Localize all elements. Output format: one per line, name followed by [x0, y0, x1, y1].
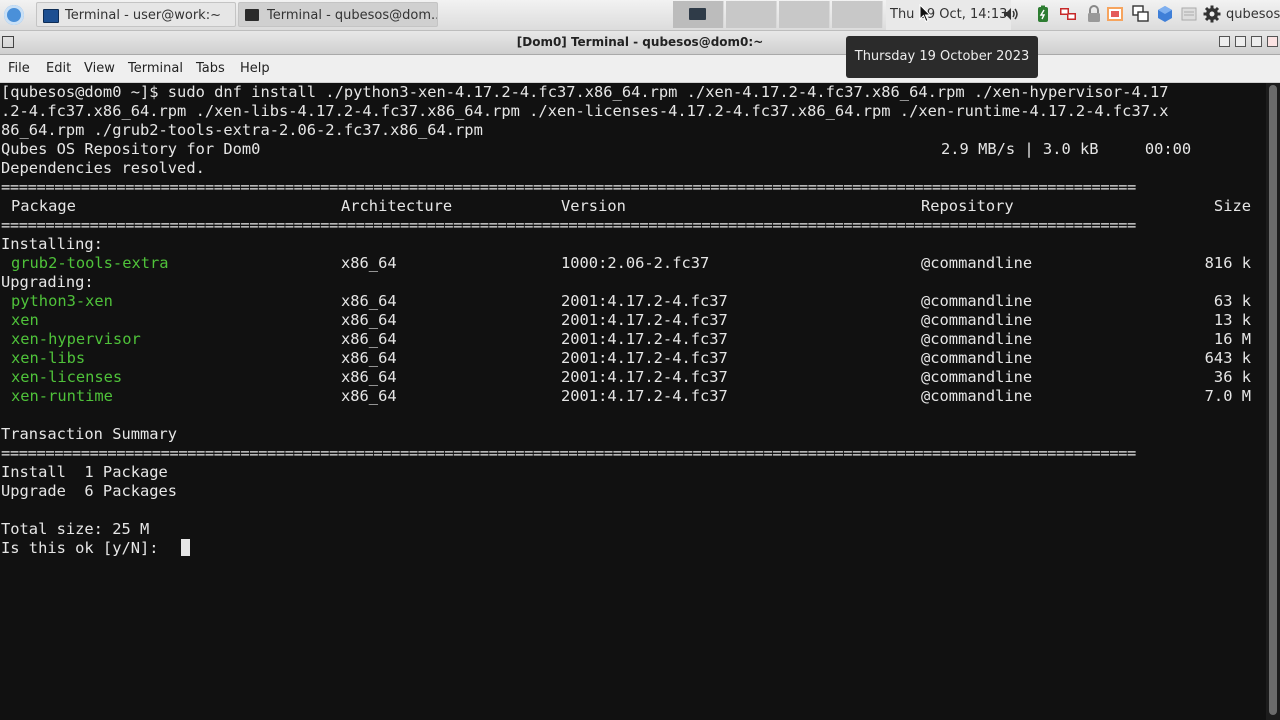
- package-version: 2001:4.17.2-4.fc37: [561, 292, 728, 310]
- package-version: 2001:4.17.2-4.fc37: [561, 368, 728, 386]
- package-size: 63 k: [1213, 292, 1251, 310]
- package-repo: @commandline: [921, 254, 1033, 272]
- package-size: 13 k: [1213, 311, 1251, 329]
- package-name: xen-libs: [11, 349, 86, 367]
- separator: ========================================…: [1, 216, 1136, 234]
- upgrading-label: Upgrading:: [1, 273, 94, 291]
- separator: ========================================…: [1, 444, 1136, 462]
- package-repo: @commandline: [921, 311, 1033, 329]
- menu-file[interactable]: File: [8, 55, 30, 82]
- package-version: 2001:4.17.2-4.fc37: [561, 349, 728, 367]
- terminal-output[interactable]: [qubesos@dom0 ~]$ sudo dnf install ./pyt…: [0, 83, 1266, 720]
- qubes-domains-icon[interactable]: [1156, 5, 1174, 23]
- window-title: [Dom0] Terminal - qubesos@dom0:~: [516, 35, 764, 49]
- package-arch: x86_64: [341, 349, 397, 367]
- mouse-pointer-icon: [919, 4, 932, 23]
- upgrade-summary: Upgrade 6 Packages: [1, 482, 178, 500]
- header-package: Package: [11, 197, 76, 215]
- header-version: Version: [561, 197, 626, 215]
- package-repo: @commandline: [921, 368, 1033, 386]
- package-repo: @commandline: [921, 292, 1033, 310]
- header-repo: Repository: [921, 197, 1014, 215]
- package-arch: x86_64: [341, 292, 397, 310]
- menubar: File Edit View Terminal Tabs Help: [0, 55, 1280, 83]
- applications-menu-icon[interactable]: [4, 5, 24, 25]
- package-version: 2001:4.17.2-4.fc37: [561, 311, 728, 329]
- terminal-scrollbar[interactable]: [1266, 83, 1280, 720]
- maximize-button[interactable]: [1251, 36, 1262, 47]
- package-name: python3-xen: [11, 292, 113, 310]
- taskbar: Terminal - user@work:~ Terminal - qubeso…: [0, 0, 1280, 31]
- task-label: Terminal - user@work:~: [65, 8, 221, 23]
- package-size: 816 k: [1204, 254, 1251, 272]
- confirm-prompt: Is this ok [y/N]:: [1, 539, 168, 557]
- minimize-button[interactable]: [1235, 36, 1246, 47]
- updates-icon[interactable]: [1180, 5, 1198, 23]
- command-line: 86_64.rpm ./grub2-tools-extra-2.06-2.fc3…: [1, 121, 483, 139]
- task-label: Terminal - qubesos@dom...: [267, 8, 438, 23]
- menu-help[interactable]: Help: [240, 55, 270, 82]
- gear-icon[interactable]: [1203, 5, 1221, 23]
- package-size: 643 k: [1204, 349, 1251, 367]
- package-arch: x86_64: [341, 254, 397, 272]
- scrollbar-thumb[interactable]: [1269, 85, 1277, 715]
- menu-terminal[interactable]: Terminal: [128, 55, 183, 82]
- total-size: Total size: 25 M: [1, 520, 150, 538]
- package-name: grub2-tools-extra: [11, 254, 169, 272]
- package-size: 16 M: [1213, 330, 1251, 348]
- package-repo: @commandline: [921, 387, 1033, 405]
- volume-icon[interactable]: [1002, 5, 1020, 23]
- task-button-terminal-dom0[interactable]: Terminal - qubesos@dom...: [238, 2, 438, 27]
- menu-tabs[interactable]: Tabs: [196, 55, 225, 82]
- package-size: 36 k: [1213, 368, 1251, 386]
- deps-line: Dependencies resolved.: [1, 159, 205, 177]
- package-arch: x86_64: [341, 311, 397, 329]
- package-name: xen-hypervisor: [11, 330, 141, 348]
- close-button[interactable]: [1267, 36, 1278, 47]
- package-arch: x86_64: [341, 387, 397, 405]
- package-arch: x86_64: [341, 368, 397, 386]
- shade-button[interactable]: [1219, 36, 1230, 47]
- package-arch: x86_64: [341, 330, 397, 348]
- package-version: 2001:4.17.2-4.fc37: [561, 387, 728, 405]
- clock[interactable]: Thu 19 Oct, 14:13: [886, 0, 1012, 30]
- package-name: xen-runtime: [11, 387, 113, 405]
- qube-manager-icon[interactable]: [1106, 5, 1124, 23]
- summary-label: Transaction Summary: [1, 425, 178, 443]
- separator: ========================================…: [1, 178, 1136, 196]
- vm-windows-icon[interactable]: [1132, 5, 1150, 23]
- terminal-app-icon: [245, 9, 259, 21]
- installing-label: Installing:: [1, 235, 103, 253]
- lock-icon[interactable]: [1085, 5, 1103, 23]
- task-button-terminal-work[interactable]: Terminal - user@work:~: [36, 2, 236, 27]
- header-arch: Architecture: [341, 197, 453, 215]
- user-menu-label[interactable]: qubesos: [1226, 0, 1280, 30]
- repo-line: Qubes OS Repository for Dom0: [1, 140, 261, 158]
- install-summary: Install 1 Package: [1, 463, 168, 481]
- workspace-4[interactable]: [832, 1, 883, 28]
- header-size: Size: [1213, 197, 1251, 215]
- package-size: 7.0 M: [1204, 387, 1251, 405]
- package-version: 2001:4.17.2-4.fc37: [561, 330, 728, 348]
- package-name: xen-licenses: [11, 368, 123, 386]
- command-line: [qubesos@dom0 ~]$ sudo dnf install ./pyt…: [1, 83, 1169, 101]
- network-icon[interactable]: [1059, 5, 1077, 23]
- terminal-app-icon: [43, 9, 59, 23]
- package-version: 1000:2.06-2.fc37: [561, 254, 710, 272]
- command-line: .2-4.fc37.x86_64.rpm ./xen-libs-4.17.2-4…: [1, 102, 1169, 120]
- date-tooltip: Thursday 19 October 2023: [846, 36, 1038, 78]
- package-name: xen: [11, 311, 39, 329]
- window-titlebar[interactable]: [Dom0] Terminal - qubesos@dom0:~: [0, 31, 1280, 55]
- terminal-window-icon: [689, 8, 706, 20]
- package-repo: @commandline: [921, 349, 1033, 367]
- package-repo: @commandline: [921, 330, 1033, 348]
- workspace-2[interactable]: [726, 1, 777, 28]
- workspace-3[interactable]: [779, 1, 830, 28]
- battery-icon[interactable]: [1034, 5, 1052, 23]
- workspace-1[interactable]: [673, 1, 724, 28]
- repo-stats: 2.9 MB/s | 3.0 kB 00:00: [941, 140, 1192, 158]
- menu-view[interactable]: View: [84, 55, 115, 82]
- menu-edit[interactable]: Edit: [46, 55, 71, 82]
- text-cursor: [181, 539, 190, 556]
